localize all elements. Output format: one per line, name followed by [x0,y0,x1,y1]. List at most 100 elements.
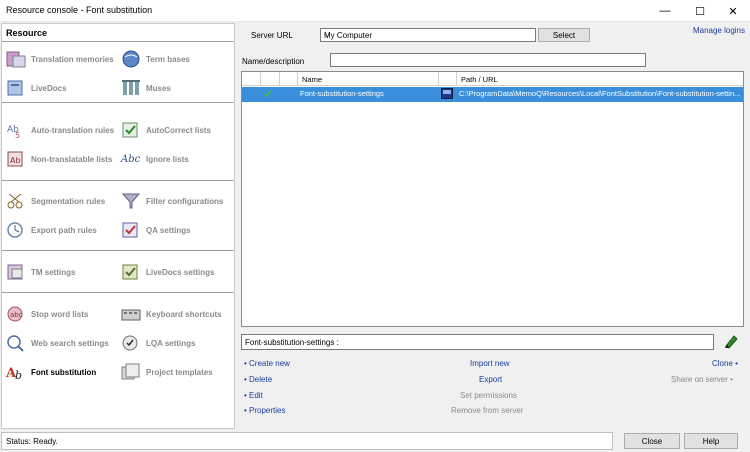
resource-label: Export path rules [31,225,97,235]
filter-icon [120,191,142,211]
filter-label: Name/description [242,57,305,66]
svg-text:abc: abc [10,311,23,319]
delete-link[interactable]: • Delete [244,375,272,384]
checkmark-icon[interactable]: ✔ [263,87,273,101]
resource-name-field[interactable]: Font-substitution-settings : [241,334,714,350]
resource-autocorrect-lists[interactable]: AutoCorrect lists [120,119,211,141]
group-divider [2,292,234,293]
minimize-button[interactable]: — [648,0,682,22]
resource-list-header: Name Path / URL [242,72,743,86]
export-link[interactable]: Export [479,375,502,384]
resource-translation-memories[interactable]: Translation memories [5,48,114,70]
resource-label: Term bases [146,54,190,64]
resource-name-value: Font-substitution-settings : [245,338,339,347]
resource-label: Auto-translation rules [31,125,115,135]
server-url-combo[interactable]: My Computer ⌵ [320,28,536,42]
resource-keyboard-shortcuts[interactable]: Keyboard shortcuts [120,303,222,325]
maximize-icon: ☐ [695,5,705,18]
resource-font-substitution[interactable]: Ab Font substitution [5,361,96,383]
resource-content-panel: Server URL My Computer ⌵ Select Manage l… [236,23,749,429]
import-new-link[interactable]: Import new [470,359,510,368]
muses-icon [120,78,142,98]
qa-settings-icon [120,220,142,240]
header-divider [2,41,234,42]
ignore-lists-icon: Abc [120,149,142,169]
auto-translation-icon: Ab 5 [5,120,27,140]
group-divider [2,250,234,251]
font-substitution-icon: Ab [5,362,27,382]
resource-header: Resource [6,28,48,38]
chevron-down-icon: ⌵ [324,30,331,39]
resource-list: Name Path / URL ✔ Font-substitution-sett… [241,71,744,327]
name-description-filter-input[interactable] [330,53,646,67]
resource-export-path-rules[interactable]: Export path rules [5,219,97,241]
resource-livedocs[interactable]: LiveDocs [5,77,67,99]
local-storage-icon [441,88,453,101]
resource-label: Keyboard shortcuts [146,309,222,319]
edit-pencil-icon[interactable] [722,332,742,352]
resource-lqa-settings[interactable]: LQA settings [120,332,195,354]
close-window-button[interactable]: ✕ [716,0,750,22]
resource-non-translatable-lists[interactable]: Ab Non-translatable lists [5,148,112,170]
set-permissions-link[interactable]: Set permissions [460,391,517,400]
resource-segmentation-rules[interactable]: Segmentation rules [5,190,105,212]
tm-settings-icon [5,262,27,282]
translation-memories-icon [5,49,27,69]
help-button[interactable]: Help [684,433,738,449]
autocorrect-icon [120,120,142,140]
resource-qa-settings[interactable]: QA settings [120,219,191,241]
title-bar: Resource console - Font substitution — ☐… [0,0,750,22]
resource-project-templates[interactable]: Project templates [120,361,213,383]
svg-text:Ab: Ab [10,156,21,165]
resource-label: Web search settings [31,338,109,348]
resource-label: LiveDocs settings [146,267,215,277]
resource-tm-settings[interactable]: TM settings [5,261,75,283]
resource-term-bases[interactable]: Term bases [120,48,190,70]
resource-label: Ignore lists [146,154,189,164]
term-bases-icon [120,49,142,69]
project-templates-icon [120,362,142,382]
close-button[interactable]: Close [624,433,680,449]
resource-label: Translation memories [31,54,114,64]
svg-text:Abc: Abc [120,154,141,165]
non-translatable-icon: Ab [5,149,27,169]
select-server-button[interactable]: Select [538,28,590,42]
create-new-link[interactable]: • Create new [244,359,290,368]
resource-livedocs-settings[interactable]: LiveDocs settings [120,261,214,283]
segmentation-icon [5,191,27,211]
minimize-icon: — [659,5,671,17]
table-row[interactable]: ✔ Font-substitution-settings C:\ProgramD… [242,87,743,102]
export-path-icon [5,220,27,240]
row-path: C:\ProgramData\MemoQ\Resources\Local\Fon… [459,89,741,98]
resource-filter-configurations[interactable]: Filter configurations [120,190,223,212]
status-bar: Status: Ready. [1,432,613,450]
resource-label: Non-translatable lists [31,154,113,164]
resource-label: Font substitution [31,367,97,377]
resource-web-search-settings[interactable]: Web search settings [5,332,109,354]
column-header-name[interactable]: Name [302,75,322,84]
resource-label: LQA settings [146,338,196,348]
web-search-icon [5,333,27,353]
resource-stop-word-lists[interactable]: abc Stop word lists [5,303,88,325]
resource-panel: Resource Translation memories Term bases… [1,23,235,429]
properties-link[interactable]: • Properties [244,406,285,415]
resource-auto-translation-rules[interactable]: Ab 5 Auto-translation rules [5,119,114,141]
maximize-button[interactable]: ☐ [683,0,717,22]
edit-link[interactable]: • Edit [244,391,263,400]
resource-ignore-lists[interactable]: Abc Ignore lists [120,148,189,170]
resource-muses[interactable]: Muses [120,77,171,99]
manage-logins-link[interactable]: Manage logins [693,26,745,35]
resource-label: TM settings [31,267,76,277]
share-on-server-link[interactable]: Share on server • [671,375,733,384]
column-header-path[interactable]: Path / URL [461,75,498,84]
keyboard-icon [120,304,142,324]
window-title: Resource console - Font substitution [6,5,153,15]
svg-text:b: b [15,369,22,382]
lqa-icon [120,333,142,353]
resource-label: Project templates [146,367,213,377]
group-divider [2,180,234,181]
row-name: Font-substitution-settings [300,89,384,98]
clone-link[interactable]: Clone • [712,359,738,368]
resource-label: Segmentation rules [31,196,106,206]
remove-from-server-link[interactable]: Remove from server [451,406,523,415]
